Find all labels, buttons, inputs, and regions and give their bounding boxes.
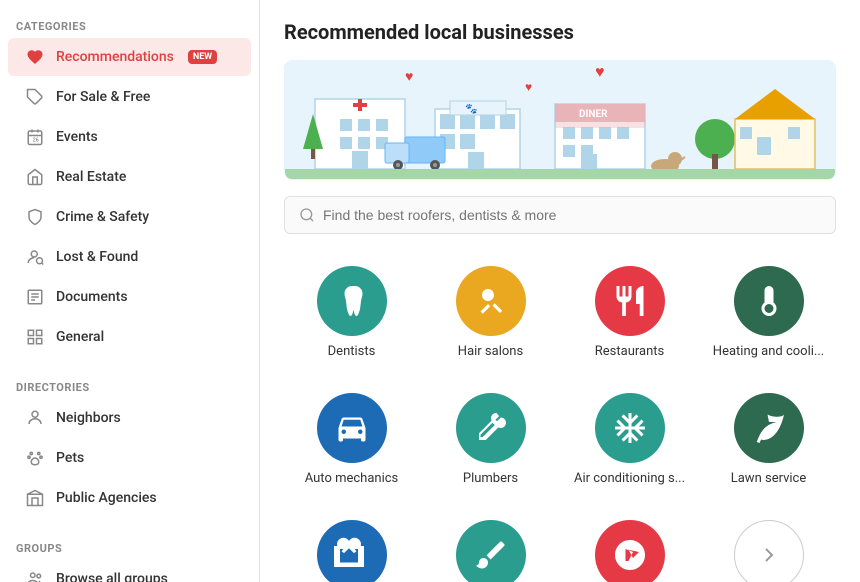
page-title: Recommended local businesses (284, 20, 836, 44)
sidebar-item-real-estate[interactable]: Real Estate (8, 158, 251, 196)
lawn-service-circle (734, 393, 804, 463)
svg-text:♥: ♥ (595, 62, 605, 81)
business-item-plumbers[interactable]: Plumbers (423, 381, 558, 500)
air-conditioning-label: Air conditioning s... (574, 471, 685, 488)
svg-text:DINER: DINER (579, 109, 608, 120)
browse-groups-label: Browse all groups (56, 571, 168, 582)
events-label: Events (56, 129, 98, 145)
business-item-air-conditioning[interactable]: Air conditioning s... (562, 381, 697, 500)
hero-svg: ♥ ♥ ♥ ♥ (285, 60, 835, 179)
svg-text:♥: ♥ (405, 69, 413, 85)
new-badge: New (188, 50, 217, 64)
sidebar-item-public-agencies[interactable]: Public Agencies (8, 479, 251, 517)
doc-icon (24, 286, 46, 308)
hair-salons-label: Hair salons (458, 344, 523, 361)
business-item-lawn-service[interactable]: Lawn service (701, 381, 836, 500)
public-agencies-label: Public Agencies (56, 490, 157, 506)
sidebar-item-crime-safety[interactable]: Crime & Safety (8, 198, 251, 236)
sidebar-item-lost-found[interactable]: Lost & Found (8, 238, 251, 276)
paw-icon (24, 447, 46, 469)
sidebar-item-documents[interactable]: Documents (8, 278, 251, 316)
sidebar-item-recommendations[interactable]: Recommendations New (8, 38, 251, 76)
business-item-see-more[interactable]: See more (701, 508, 836, 582)
business-item-auto-mechanics[interactable]: Auto mechanics (284, 381, 419, 500)
sidebar-item-events[interactable]: 26 Events (8, 118, 251, 156)
main-content: Recommended local businesses ♥ ♥ ♥ ♥ (260, 0, 860, 582)
business-item-heating-cooling[interactable]: Heating and cooli... (701, 254, 836, 373)
grid-icon (24, 326, 46, 348)
business-item-hair-salons[interactable]: Hair salons (423, 254, 558, 373)
pizza-places-circle (595, 520, 665, 582)
heating-cooling-label: Heating and cooli... (713, 344, 824, 361)
svg-text:♥: ♥ (525, 80, 532, 94)
sidebar-item-for-sale[interactable]: For Sale & Free (8, 78, 251, 116)
plumbers-label: Plumbers (463, 471, 518, 488)
see-more-circle (734, 520, 804, 582)
neighbors-label: Neighbors (56, 410, 121, 426)
business-item-real-estate-agents[interactable]: Real estate agents (284, 508, 419, 582)
lost-found-label: Lost & Found (56, 249, 138, 265)
sidebar-item-general[interactable]: General (8, 318, 251, 356)
auto-mechanics-label: Auto mechanics (305, 471, 399, 488)
restaurants-circle (595, 266, 665, 336)
plumbers-circle (456, 393, 526, 463)
pets-label: Pets (56, 450, 84, 466)
crime-safety-label: Crime & Safety (56, 209, 149, 225)
general-label: General (56, 329, 104, 345)
search-bar[interactable] (284, 196, 836, 234)
directories-section-title: Directories (0, 373, 259, 398)
calendar-icon: 26 (24, 126, 46, 148)
svg-text:🐾: 🐾 (465, 103, 477, 115)
hero-illustration: ♥ ♥ ♥ ♥ (284, 60, 836, 180)
business-grid: Dentists Hair salons Restaurants Heating… (284, 254, 836, 582)
business-item-pizza-places[interactable]: Pizza places (562, 508, 697, 582)
groups-section-title: Groups (0, 534, 259, 559)
search-icon (299, 207, 315, 223)
hair-salons-circle (456, 266, 526, 336)
search-input[interactable] (323, 207, 821, 223)
dentists-circle (317, 266, 387, 336)
auto-mechanics-circle (317, 393, 387, 463)
lost-found-icon (24, 246, 46, 268)
sidebar-item-pets[interactable]: Pets (8, 439, 251, 477)
for-sale-label: For Sale & Free (56, 89, 150, 105)
group-icon (24, 568, 46, 582)
dentists-label: Dentists (328, 344, 376, 361)
restaurants-label: Restaurants (595, 344, 664, 361)
building-icon (24, 487, 46, 509)
sidebar-item-neighbors[interactable]: Neighbors (8, 399, 251, 437)
business-item-restaurants[interactable]: Restaurants (562, 254, 697, 373)
shield-icon (24, 206, 46, 228)
heating-cooling-circle (734, 266, 804, 336)
real-estate-label: Real Estate (56, 169, 126, 185)
person-icon (24, 407, 46, 429)
heart-icon (24, 46, 46, 68)
home-icon (24, 166, 46, 188)
sidebar-item-browse-groups[interactable]: Browse all groups (8, 560, 251, 582)
sidebar: Categories Recommendations New For Sale … (0, 0, 260, 582)
categories-section-title: Categories (0, 12, 259, 37)
air-conditioning-circle (595, 393, 665, 463)
real-estate-agents-circle (317, 520, 387, 582)
recommendations-label: Recommendations (56, 49, 174, 65)
business-item-house-painters[interactable]: House painters (423, 508, 558, 582)
house-painters-circle (456, 520, 526, 582)
documents-label: Documents (56, 289, 128, 305)
tag-icon (24, 86, 46, 108)
svg-text:26: 26 (33, 138, 39, 144)
business-item-dentists[interactable]: Dentists (284, 254, 419, 373)
lawn-service-label: Lawn service (731, 471, 807, 488)
